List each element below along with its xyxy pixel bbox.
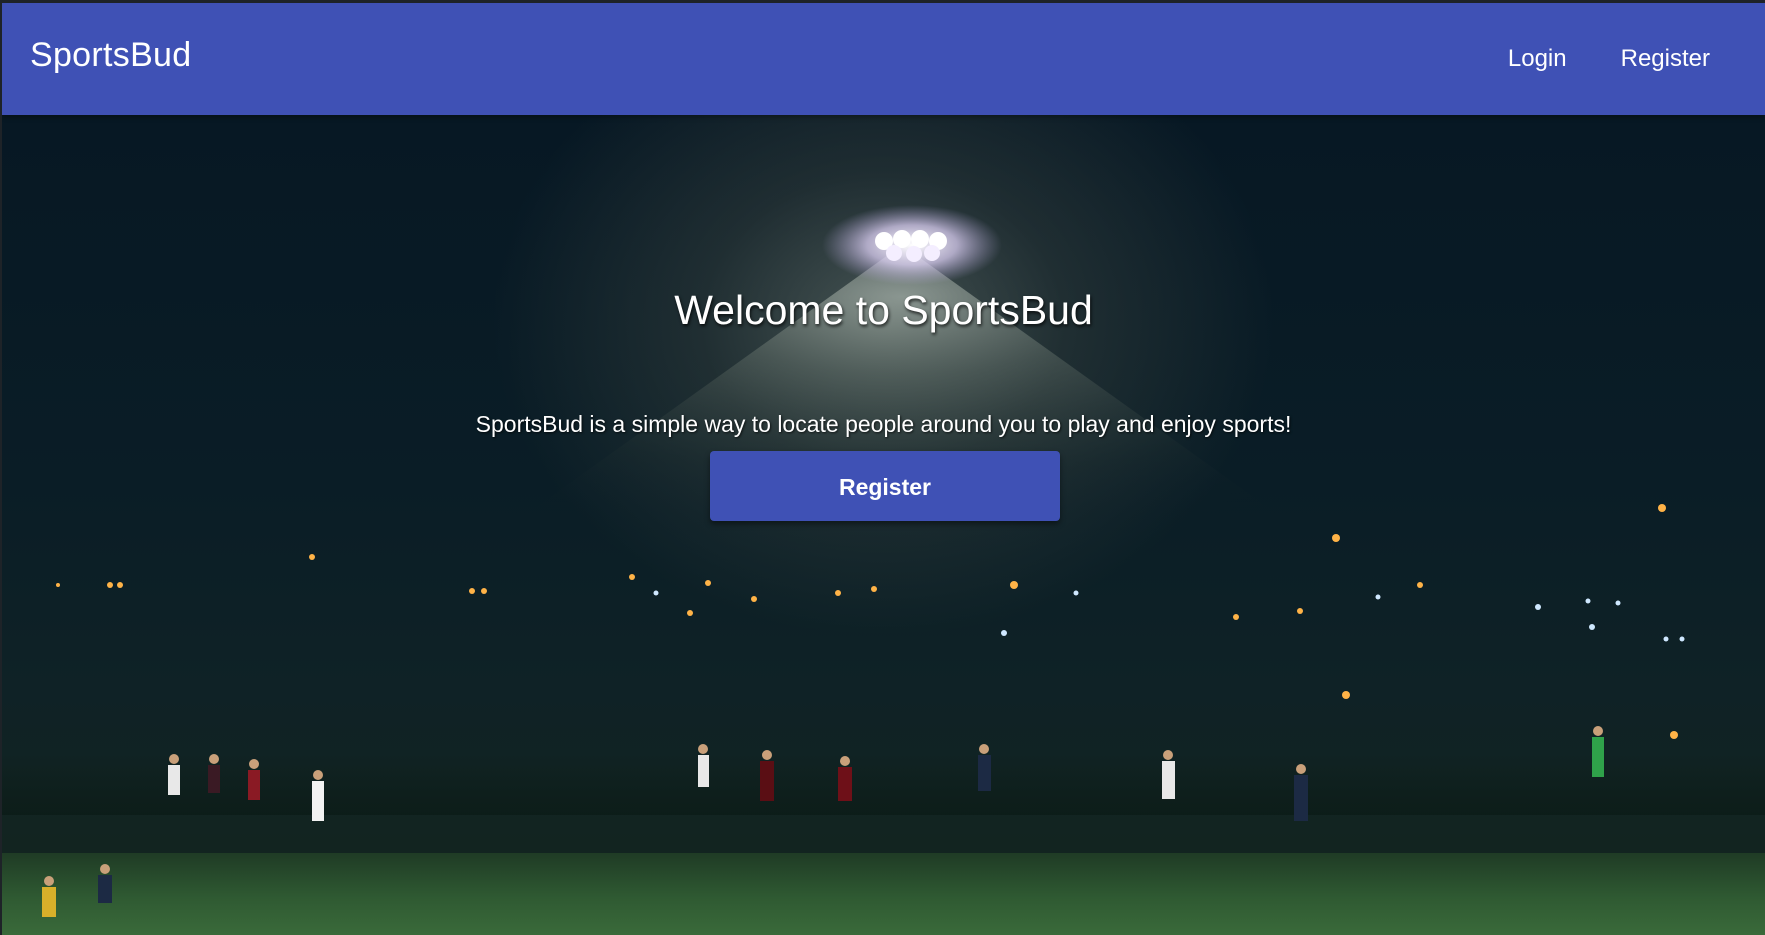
brand-logo-link[interactable]: SportsBud [30,36,191,75]
nav-links: Login Register [1481,3,1737,115]
nav-login-link[interactable]: Login [1481,35,1594,83]
hero-subtitle: SportsBud is a simple way to locate peop… [475,411,1292,437]
nav-register-link[interactable]: Register [1594,35,1737,83]
top-navbar: SportsBud Login Register [2,3,1765,115]
hero-register-button[interactable]: Register [710,451,1060,521]
soccer-players [42,726,1604,917]
hero-title: Welcome to SportsBud [674,287,1093,333]
hero-section: Welcome to SportsBud SportsBud is a simp… [2,115,1765,935]
page: SportsBud Login Register Welcome to Spor… [2,3,1765,935]
